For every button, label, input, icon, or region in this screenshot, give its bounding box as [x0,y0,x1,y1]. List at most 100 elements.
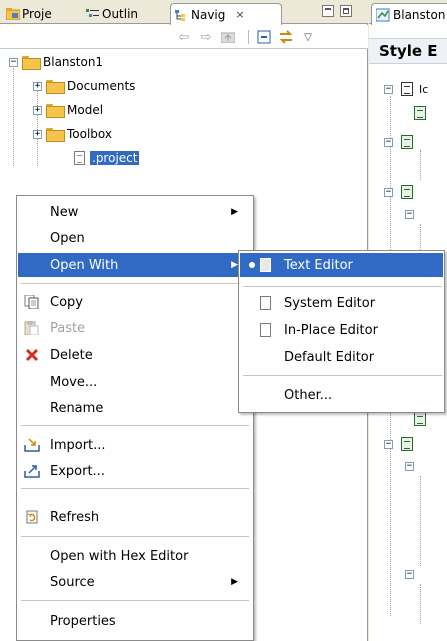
collapse-toggle-icon[interactable]: − [384,439,393,449]
editor-node[interactable]: − [405,210,418,219]
view-menu-icon[interactable]: ▽ [300,29,316,45]
collapse-toggle-icon[interactable]: − [384,137,393,147]
document-icon [401,82,413,96]
submenu-arrow-icon: ▶ [231,260,238,270]
expand-toggle-icon[interactable]: + [33,81,42,91]
forward-arrow-icon[interactable]: ⇨ [198,29,214,45]
editor-node[interactable] [414,412,426,426]
tree-item-label: Toolbox [67,127,112,141]
menu-separator [21,600,249,601]
menu-item-export[interactable]: Export... [18,459,252,483]
editor-node[interactable]: − [405,570,418,579]
export-icon [24,464,40,478]
paste-icon [24,320,40,336]
view-toolbar: ⇦ ⇨ ▽ [0,25,368,49]
menu-item-move[interactable]: Move... [18,370,252,394]
element-icon [414,106,426,120]
expand-toggle-icon[interactable]: + [33,105,42,115]
menu-item-label: Copy [50,294,83,310]
editor-heading: Style E [369,38,447,64]
submenu-item-system-editor[interactable]: System Editor [240,291,443,315]
tab-navigator-label: Navig [191,7,226,22]
submenu-arrow-icon: ▶ [231,577,238,587]
element-icon [414,412,426,426]
menu-item-source[interactable]: Source ▶ [18,570,252,594]
submenu-item-text-editor[interactable]: Text Editor [240,253,443,277]
submenu-arrow-icon: ▶ [231,207,238,217]
menu-item-label: Open with Hex Editor [50,548,189,564]
menu-item-open-hex-editor[interactable]: Open with Hex Editor [18,544,252,568]
menu-item-open[interactable]: Open [18,226,252,250]
collapse-toggle-icon[interactable]: − [384,84,393,94]
tab-project[interactable]: Proje [2,3,80,24]
menu-item-label: Refresh [50,509,100,525]
open-with-submenu: Text Editor System Editor In-Place Edito… [238,250,445,413]
menu-separator [21,283,249,284]
close-icon[interactable]: × [235,8,244,21]
up-folder-icon[interactable] [220,29,236,45]
tree-item-root[interactable]: − Blanston1 [9,50,103,74]
link-with-editor-icon[interactable] [278,29,294,45]
delete-icon [24,348,40,362]
editor-node[interactable] [414,106,426,120]
minimize-icon[interactable] [322,5,334,17]
element-icon [401,185,413,199]
tree-item-label: Model [67,103,104,117]
menu-item-label: Open [50,230,85,246]
tab-project-label: Proje [22,6,52,21]
expand-toggle-icon[interactable]: + [33,129,42,139]
text-file-icon [260,296,271,310]
menu-separator [21,488,249,489]
tab-outline[interactable]: Outlin [82,3,168,24]
submenu-item-label: Default Editor [284,349,375,365]
back-arrow-icon[interactable]: ⇦ [176,29,192,45]
collapse-toggle-icon[interactable]: − [384,187,393,197]
project-explorer-icon [5,7,21,20]
menu-item-paste[interactable]: Paste [18,316,252,340]
menu-item-label: Paste [50,320,86,336]
menu-item-label: Export... [50,463,105,479]
editor-tree-root[interactable]: − Ic [384,82,428,96]
menu-item-label: Move... [50,374,98,390]
collapse-all-icon[interactable] [256,29,272,45]
menu-item-import[interactable]: Import... [18,433,252,457]
menu-item-label: Delete [50,347,93,363]
submenu-item-inplace-editor[interactable]: In-Place Editor [240,318,443,342]
menu-item-delete[interactable]: Delete [18,343,252,367]
submenu-item-default-editor[interactable]: Default Editor [240,345,443,369]
collapse-toggle-icon[interactable]: − [405,570,414,579]
tree-item-toolbox[interactable]: + Toolbox [33,122,112,146]
menu-item-rename[interactable]: Rename [18,396,252,420]
maximize-icon[interactable] [340,5,352,17]
menu-item-properties[interactable]: Properties [18,609,252,633]
submenu-item-other[interactable]: Other... [240,383,443,407]
tab-blanston-editor[interactable]: Blanston [371,3,447,25]
menu-item-label: Open With [50,257,119,273]
menu-item-refresh[interactable]: Refresh [18,505,252,529]
menu-item-copy[interactable]: Copy [18,290,252,314]
editor-node-label: Ic [419,82,429,96]
refresh-icon [24,510,40,524]
editor-node[interactable]: − [384,135,413,149]
navigator-icon [175,9,189,21]
tree-item-model[interactable]: + Model [33,98,103,122]
element-icon [401,437,413,451]
radio-bullet-icon [249,262,255,268]
view-tab-bar: Proje Outlin Navig × [0,0,368,25]
editor-node[interactable]: − [384,185,413,199]
editor-tab-label: Blanston [393,7,446,22]
menu-item-new[interactable]: New ▶ [18,200,252,224]
editor-node[interactable]: − [405,462,418,471]
menu-item-label: Rename [50,400,104,416]
menu-item-open-with[interactable]: Open With ▶ [18,253,252,277]
menu-separator [243,375,442,376]
collapse-toggle-icon[interactable]: − [405,462,414,471]
tree-item-documents[interactable]: + Documents [33,74,135,98]
tree-item-project-file[interactable]: .project [74,146,140,170]
collapse-toggle-icon[interactable]: − [405,210,414,219]
menu-item-label: Properties [50,613,116,629]
collapse-toggle-icon[interactable]: − [9,57,18,67]
context-menu: New ▶ Open Open With ▶ Copy Paste Delete… [16,195,254,641]
editor-node[interactable]: − [384,437,413,451]
tab-navigator[interactable]: Navig × [170,3,282,25]
